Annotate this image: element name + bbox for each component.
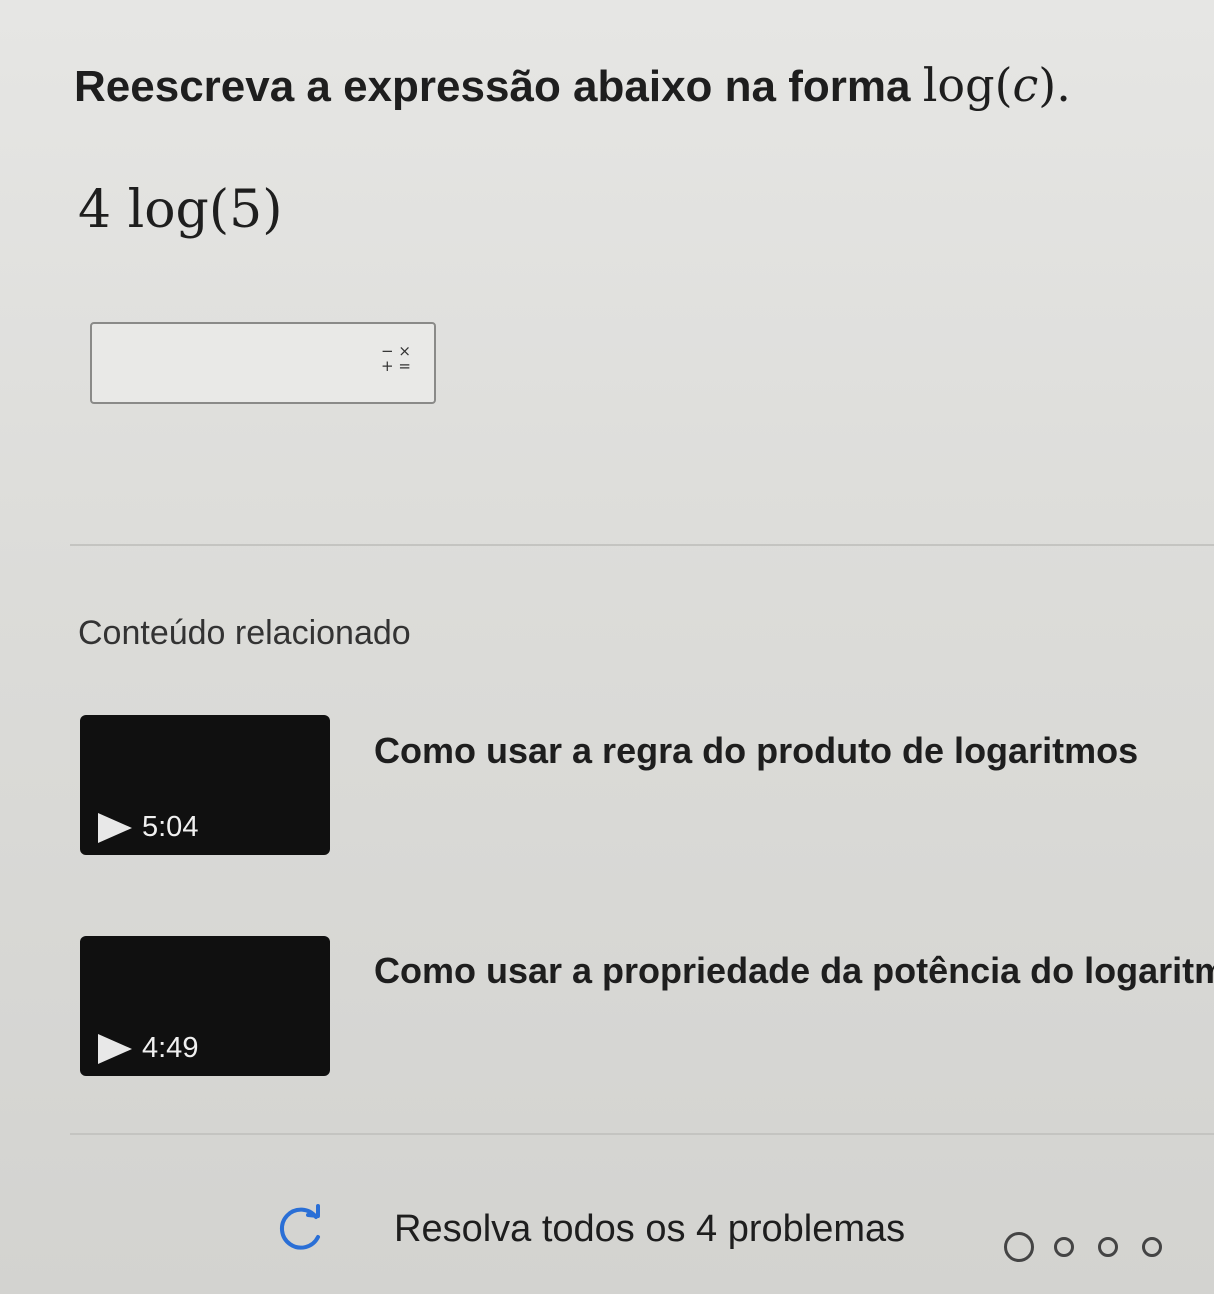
- progress-dot: [1054, 1237, 1074, 1257]
- question-text: Reescreva a expressão abaixo na forma: [74, 62, 911, 111]
- video-thumbnail-2[interactable]: 4:49: [80, 936, 330, 1076]
- progress-dot: [1142, 1237, 1162, 1257]
- keypad-bottom-symbols: + =: [381, 357, 411, 375]
- video-duration: 4:49: [142, 1032, 199, 1064]
- math-keypad-icon[interactable]: − × + =: [376, 344, 416, 384]
- play-icon: [98, 1034, 132, 1064]
- related-content-heading: Conteúdo relacionado: [78, 614, 411, 652]
- progress-dot-current: [1004, 1232, 1034, 1262]
- play-icon: [98, 813, 132, 843]
- question-prompt: Reescreva a expressão abaixo na forma lo…: [74, 58, 1071, 112]
- progress-dot: [1098, 1237, 1118, 1257]
- target-form-fn: log(: [922, 58, 1013, 112]
- answer-box[interactable]: − × + =: [90, 322, 436, 404]
- video-thumbnail-1[interactable]: 5:04: [80, 715, 330, 855]
- target-form-var: c: [1012, 58, 1039, 112]
- divider: [70, 544, 1214, 546]
- refresh-icon[interactable]: [272, 1203, 328, 1253]
- divider: [70, 1133, 1214, 1135]
- video-title-2[interactable]: Como usar a propriedade da potência do l…: [374, 950, 1214, 992]
- answer-input[interactable]: [98, 330, 362, 398]
- video-duration: 5:04: [142, 811, 199, 843]
- target-form-close: ).: [1038, 58, 1071, 112]
- target-form: log(c).: [923, 58, 1071, 112]
- video-title-1[interactable]: Como usar a regra do produto de logaritm…: [374, 730, 1138, 772]
- video-title-clip: Como usar a propriedade da potência do l…: [374, 940, 1214, 1010]
- math-expression: 4 log(5): [78, 180, 283, 240]
- progress-text: Resolva todos os 4 problemas: [394, 1208, 906, 1250]
